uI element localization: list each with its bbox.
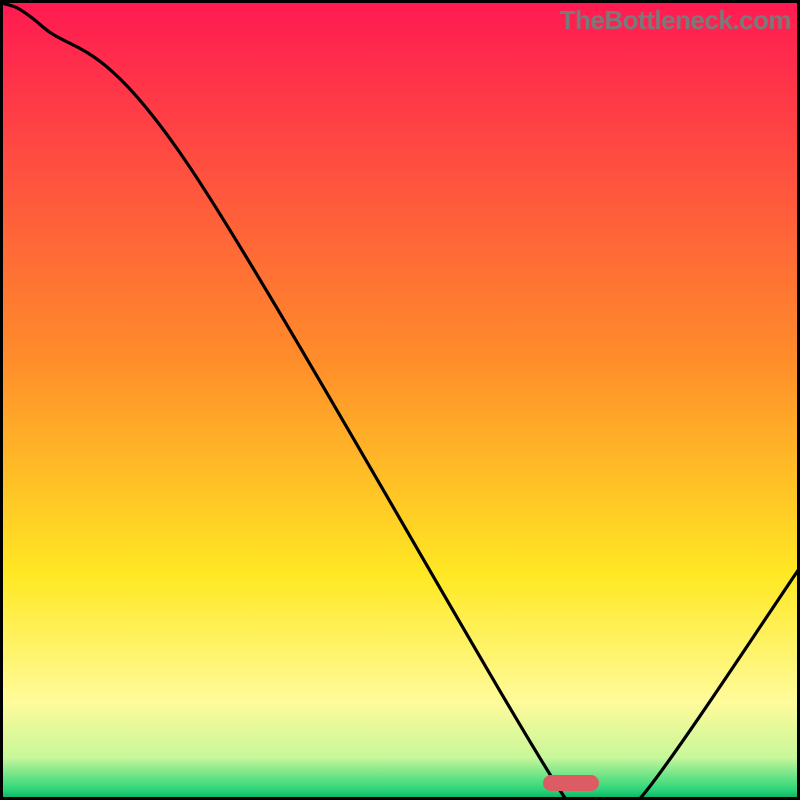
watermark-text: TheBottleneck.com: [560, 5, 791, 36]
chart-frame: TheBottleneck.com: [0, 0, 800, 800]
optimal-range-marker: [543, 775, 599, 791]
heat-gradient-background: [3, 3, 797, 797]
